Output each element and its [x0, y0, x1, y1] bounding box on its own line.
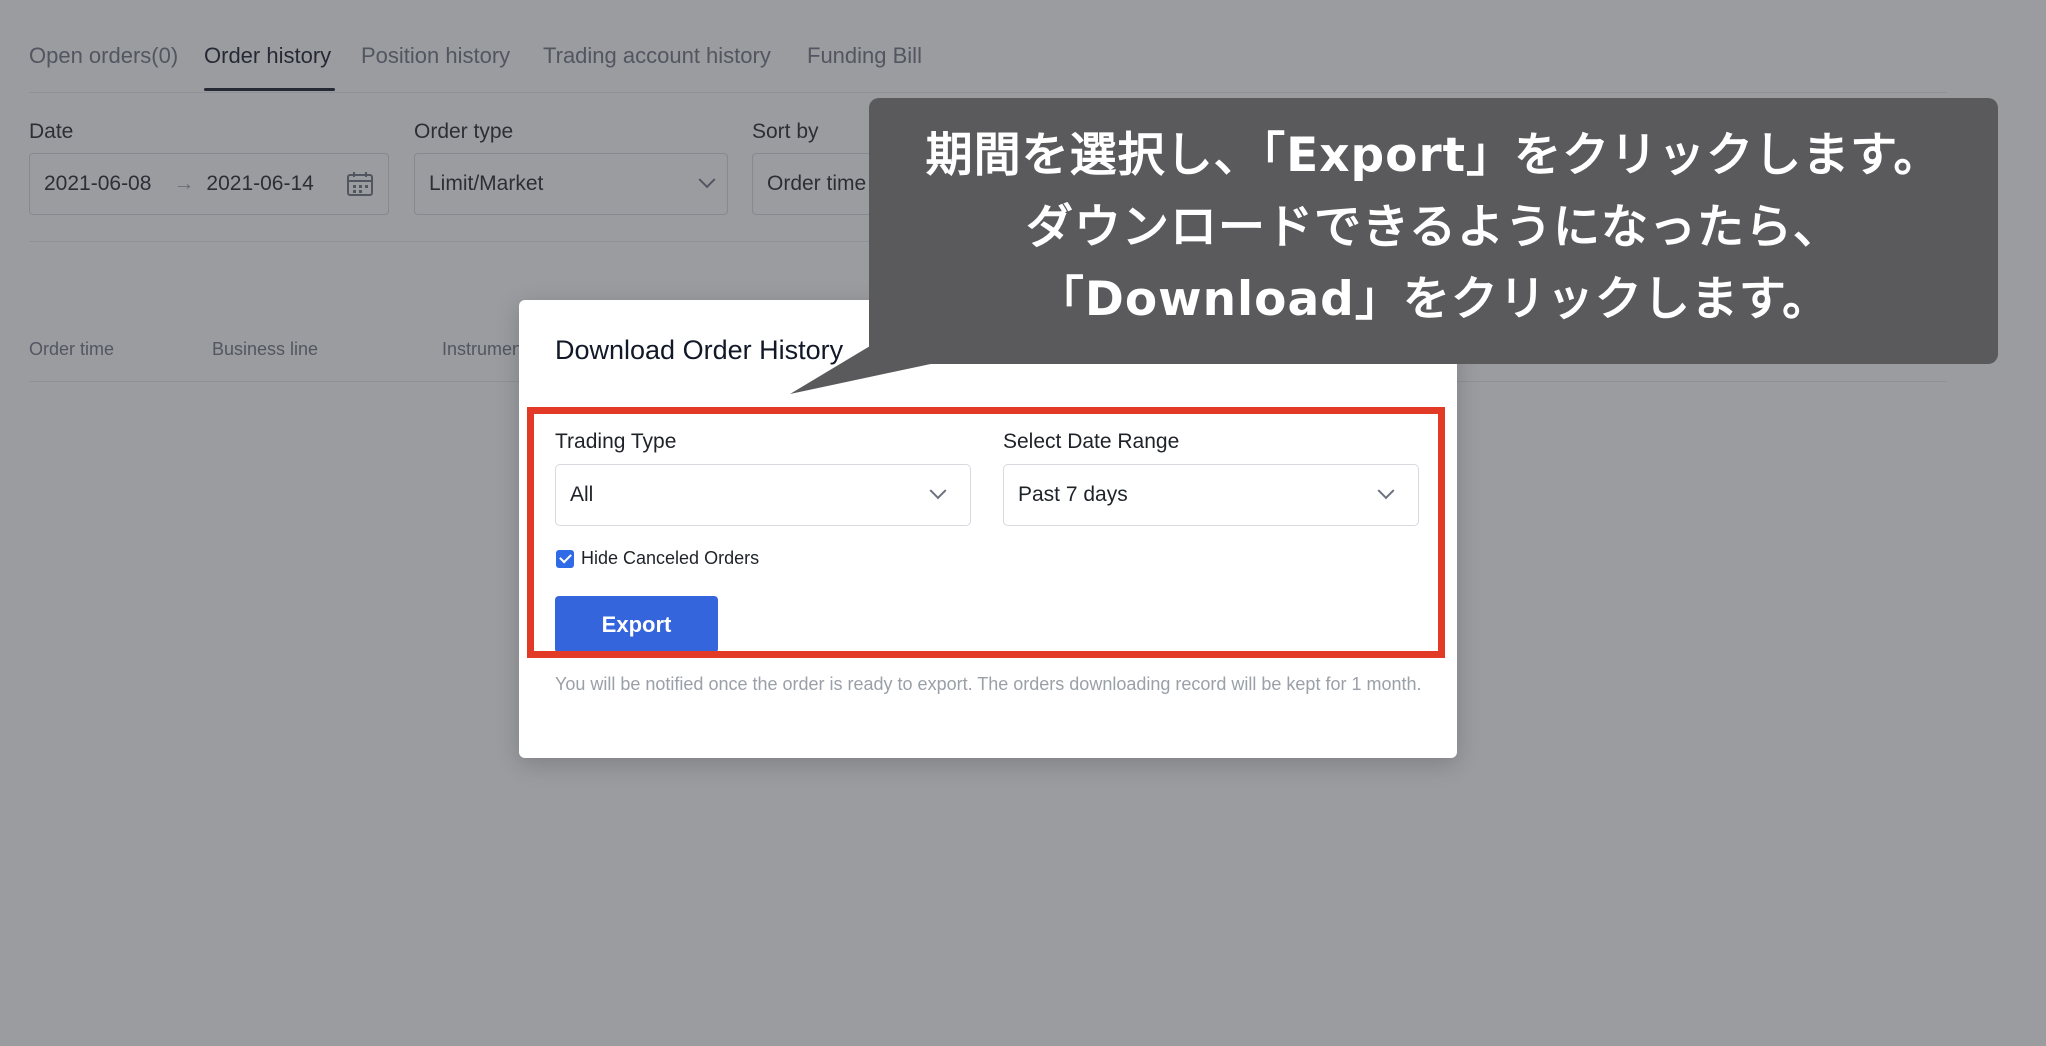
callout-line-2: ダウンロードできるようになったら、 — [1025, 200, 1842, 255]
export-notice: You will be notified once the order is r… — [555, 674, 1422, 694]
callout-line-3: 「Download」をクリックします。 — [1036, 272, 1831, 327]
modal-title: Download Order History — [555, 335, 844, 365]
highlight-frame — [527, 407, 1445, 658]
callout-line-1: 期間を選択し、「Export」をクリックします。 — [925, 128, 1942, 183]
instruction-callout: 期間を選択し、「Export」をクリックします。 ダウンロードできるようになった… — [869, 98, 1998, 364]
callout-text: 期間を選択し、「Export」をクリックします。 ダウンロードできるようになった… — [869, 120, 1998, 336]
